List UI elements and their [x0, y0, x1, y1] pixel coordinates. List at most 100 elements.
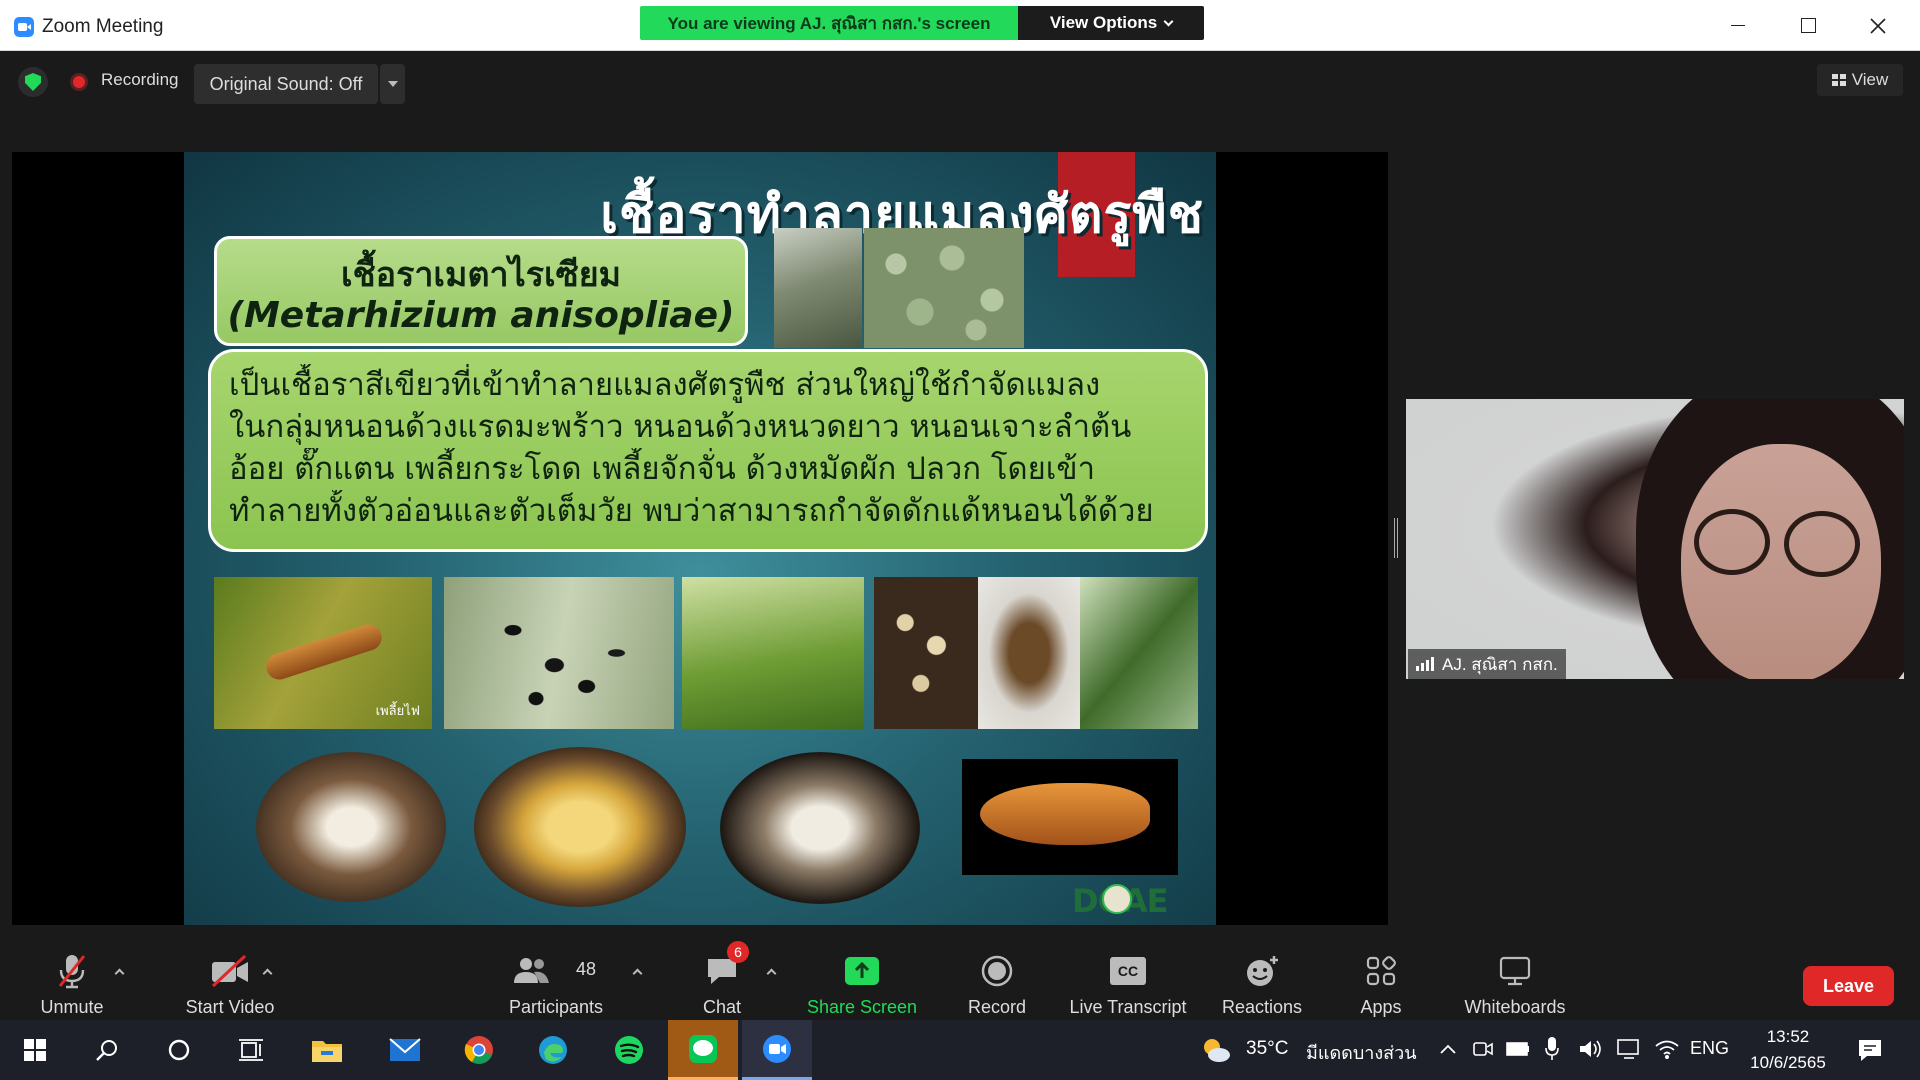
- fungus-thai-name: เชื้อราเมตาไรเซียม: [340, 255, 622, 295]
- mail-taskbar[interactable]: [370, 1020, 440, 1080]
- recording-label: Recording: [101, 70, 179, 89]
- maximize-icon: [1800, 18, 1816, 33]
- cortana-icon: [168, 1039, 190, 1061]
- close-button[interactable]: [1843, 0, 1913, 51]
- mail-icon: [389, 1038, 421, 1061]
- clock-date: 10/6/2565: [1750, 1053, 1826, 1072]
- description-line: เป็นเชื้อราสีเขียวที่เข้าทำลายแมลงศัตรูพ…: [229, 367, 1101, 403]
- share-screen-icon: [845, 957, 879, 985]
- search-icon: [96, 1040, 117, 1061]
- zoom-logo-icon: [14, 17, 34, 37]
- cortana-button[interactable]: [144, 1020, 214, 1080]
- unmute-button[interactable]: Unmute: [30, 938, 114, 1020]
- microphone-icon[interactable]: [1544, 1036, 1560, 1062]
- viewing-banner: You are viewing AJ. สุณิสา กสก.'s screen…: [640, 6, 1204, 40]
- description-line: อ้อย ตั๊กแตน เพลี้ยกระโดด เพลี้ยจักจั่น …: [229, 451, 1095, 487]
- system-clock[interactable]: 13:52 10/6/2565: [1736, 1024, 1840, 1076]
- thrips-photo: เพลี้ยไฟ: [214, 577, 432, 729]
- signal-strength-icon: [1416, 657, 1434, 671]
- grub-photo: [720, 752, 920, 904]
- pest-collage-photo: [874, 577, 1198, 729]
- grid-icon: [1831, 74, 1846, 86]
- spotify-icon: [615, 1036, 643, 1064]
- notifications-icon[interactable]: [1857, 1038, 1883, 1062]
- shared-screen: เชื้อราทำลายแมลงศัตรูพืช เชื้อราเมตาไรเซ…: [12, 152, 1388, 925]
- apps-icon: [1366, 956, 1396, 986]
- start-video-button[interactable]: Start Video: [160, 938, 300, 1020]
- zoom-taskbar[interactable]: [742, 1020, 812, 1080]
- task-view-button[interactable]: [216, 1020, 286, 1080]
- whiteboards-label: Whiteboards: [1464, 997, 1566, 1017]
- audio-options-caret[interactable]: [108, 960, 130, 982]
- share-screen-label: Share Screen: [806, 997, 918, 1017]
- participants-options-caret[interactable]: [626, 960, 648, 982]
- windows-logo-icon: [24, 1039, 46, 1061]
- edge-taskbar[interactable]: [518, 1020, 588, 1080]
- fungus-bag-photo: [774, 228, 862, 348]
- zoom-app: Zoom Meeting You are viewing AJ. สุณิสา …: [0, 0, 1920, 1080]
- chrome-taskbar[interactable]: [444, 1020, 514, 1080]
- participant-name: AJ. สุณิสา กสก.: [1442, 654, 1558, 674]
- flea-beetle-photo: [444, 577, 674, 729]
- minimize-icon: [1731, 24, 1745, 27]
- file-explorer-taskbar[interactable]: [292, 1020, 362, 1080]
- video-options-caret[interactable]: [256, 960, 278, 982]
- description-box: เป็นเชื้อราสีเขียวที่เข้าทำลายแมลงศัตรูพ…: [208, 349, 1208, 552]
- view-options-button[interactable]: View Options: [1018, 6, 1204, 40]
- meet-now-icon[interactable]: [1472, 1038, 1494, 1060]
- video-off-icon: [211, 954, 248, 988]
- folder-icon: [312, 1041, 342, 1062]
- live-transcript-button[interactable]: CC Live Transcript: [1066, 938, 1190, 1020]
- wifi-icon[interactable]: [1654, 1038, 1680, 1060]
- line-taskbar[interactable]: [668, 1020, 738, 1080]
- description-line: ทำลายทั้งตัวอ่อนและตัวเต็มวัย พบว่าสามาร…: [229, 493, 1154, 529]
- reactions-label: Reactions: [1221, 997, 1303, 1017]
- unmute-label: Unmute: [40, 997, 104, 1017]
- leave-button[interactable]: Leave: [1803, 966, 1894, 1006]
- weather-icon: [1204, 1039, 1230, 1062]
- reactions-button[interactable]: Reactions: [1214, 938, 1310, 1020]
- live-transcript-label: Live Transcript: [1069, 997, 1187, 1017]
- battery-icon[interactable]: [1506, 1040, 1530, 1058]
- chat-button[interactable]: 6 Chat: [692, 938, 752, 1020]
- start-button[interactable]: [0, 1020, 70, 1080]
- task-view-icon: [239, 1039, 263, 1061]
- apps-button[interactable]: Apps: [1350, 938, 1412, 1020]
- start-video-label: Start Video: [185, 997, 275, 1017]
- reactions-icon: [1247, 956, 1278, 986]
- input-language[interactable]: ENG: [1690, 1038, 1729, 1059]
- participants-button[interactable]: 48 Participants: [504, 938, 608, 1020]
- caret-down-icon: [387, 81, 398, 87]
- photo-caption: เพลี้ยไฟ: [375, 704, 420, 719]
- close-icon: [1870, 17, 1886, 34]
- display-settings-icon[interactable]: [1616, 1038, 1642, 1060]
- view-layout-button[interactable]: View: [1817, 64, 1903, 96]
- planthopper-photo: [682, 577, 864, 729]
- share-screen-button[interactable]: Share Screen: [806, 938, 918, 1020]
- original-sound-dropdown[interactable]: [380, 64, 405, 104]
- line-app-icon: [689, 1034, 717, 1063]
- participants-label: Participants: [508, 997, 604, 1017]
- meeting-info-strip: Recording Original Sound: Off View: [0, 52, 1920, 112]
- muted-mic-icon: [58, 955, 86, 989]
- security-shield-icon[interactable]: [18, 67, 48, 97]
- whiteboards-button[interactable]: Whiteboards: [1456, 938, 1574, 1020]
- chrome-icon: [464, 1036, 493, 1064]
- chat-options-caret[interactable]: [760, 960, 782, 982]
- participants-count: 48: [576, 959, 597, 979]
- record-button[interactable]: Record: [960, 938, 1034, 1020]
- minimize-button[interactable]: [1703, 0, 1773, 51]
- window-title: Zoom Meeting: [42, 16, 164, 37]
- panel-resize-handle[interactable]: [1394, 518, 1398, 558]
- edge-icon: [539, 1036, 567, 1064]
- search-button[interactable]: [72, 1020, 142, 1080]
- participant-video-tile[interactable]: AJ. สุณิสา กสก.: [1406, 399, 1904, 679]
- original-sound-button[interactable]: Original Sound: Off: [194, 64, 378, 104]
- maximize-button[interactable]: [1773, 0, 1843, 51]
- spotify-taskbar[interactable]: [594, 1020, 664, 1080]
- description-line: ในกลุ่มหนอนด้วงแรดมะพร้าว หนอนด้วงหนวดยา…: [229, 409, 1132, 445]
- volume-icon[interactable]: [1578, 1038, 1602, 1060]
- chevron-up-icon[interactable]: [1440, 1044, 1456, 1054]
- record-label: Record: [967, 997, 1027, 1017]
- fungus-scientific-name: (Metarhizium anisopliae): [227, 295, 735, 336]
